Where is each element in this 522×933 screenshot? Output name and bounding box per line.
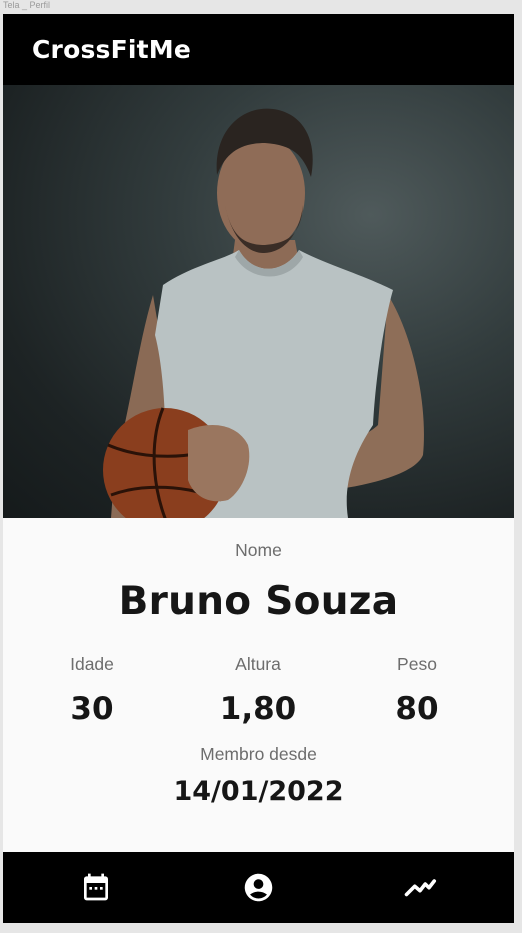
app-title: CrossFitMe <box>32 35 192 64</box>
age-label: Idade <box>70 654 114 674</box>
member-since-label: Membro desde <box>200 744 317 764</box>
trending-up-icon <box>404 879 437 897</box>
member-since: Membro desde 14/01/2022 <box>3 744 514 807</box>
height-value: 1,80 <box>219 691 297 727</box>
nav-profile-button[interactable] <box>240 869 276 905</box>
weight-label: Peso <box>397 654 437 674</box>
bottom-nav <box>3 852 514 923</box>
name-label: Nome <box>235 540 282 560</box>
profile-info: Nome Bruno Souza Idade 30 Altura 1,80 Pe… <box>3 518 514 807</box>
account-circle-icon <box>244 873 272 901</box>
height-label: Altura <box>235 654 281 674</box>
member-since-value: 14/01/2022 <box>173 776 344 807</box>
profile-photo <box>3 85 514 518</box>
athlete-illustration <box>103 108 424 518</box>
age-value: 30 <box>70 691 114 727</box>
nav-calendar-button[interactable] <box>78 869 114 905</box>
calendar-icon <box>84 873 108 901</box>
profile-screen: CrossFitMe Nome Bruno Souza Idade 30 Alt… <box>3 14 514 923</box>
weight-value: 80 <box>395 691 439 727</box>
stats-row: Idade 30 Altura 1,80 Peso 80 <box>3 640 514 730</box>
nav-progress-button[interactable] <box>402 869 438 905</box>
weight-stat: Peso 80 <box>347 654 487 727</box>
age-stat: Idade 30 <box>22 654 162 727</box>
app-bar: CrossFitMe <box>3 14 514 85</box>
frame-label: Tela _ Perfil <box>3 0 51 10</box>
profile-name: Bruno Souza <box>118 579 399 624</box>
height-stat: Altura 1,80 <box>188 654 328 727</box>
